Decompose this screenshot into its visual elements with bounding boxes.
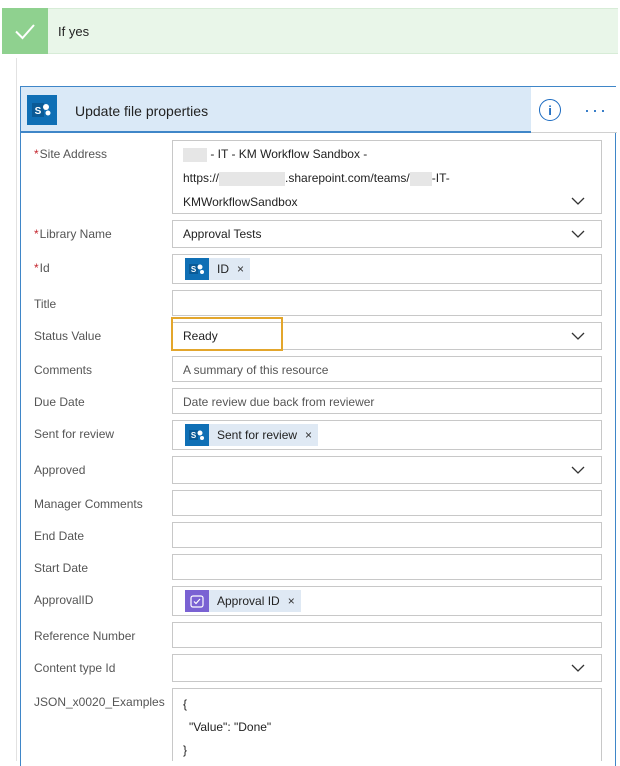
chevron-down-icon[interactable]: [571, 463, 585, 477]
title-label: Title: [34, 297, 57, 311]
library-name-dropdown[interactable]: Approval Tests: [172, 220, 602, 248]
remove-token-icon[interactable]: ×: [288, 594, 295, 608]
reference-number-label: Reference Number: [34, 629, 136, 643]
chevron-down-icon[interactable]: [571, 227, 585, 241]
sharepoint-icon: S: [27, 95, 57, 125]
approved-label: Approved: [34, 463, 86, 477]
site-address-label: *Site Address: [34, 147, 108, 161]
manager-comments-field[interactable]: [172, 490, 602, 516]
chevron-down-icon[interactable]: [571, 194, 585, 208]
content-type-id-label: Content type Id: [34, 661, 116, 675]
approval-id-label: ApprovalID: [34, 593, 94, 607]
condition-branch-header[interactable]: [2, 8, 618, 54]
json-examples-label: JSON_x0020_Examples: [34, 695, 165, 709]
comments-label: Comments: [34, 363, 93, 377]
svg-text:S: S: [191, 431, 197, 440]
reference-number-field[interactable]: [172, 622, 602, 648]
status-value-label: Status Value: [34, 329, 102, 343]
svg-text:S: S: [35, 106, 42, 117]
redacted-text: [219, 171, 286, 186]
end-date-label: End Date: [34, 529, 85, 543]
site-address-field[interactable]: - IT - KM Workflow Sandbox - https://.sh…: [172, 140, 602, 214]
redacted-text: [183, 147, 207, 162]
library-name-label: *Library Name: [34, 227, 112, 241]
remove-token-icon[interactable]: ×: [305, 428, 312, 442]
due-date-label: Due Date: [34, 395, 85, 409]
json-examples-field[interactable]: { "Value": "Done" }: [172, 688, 602, 761]
title-field[interactable]: [172, 290, 602, 316]
svg-text:S: S: [191, 265, 197, 274]
chevron-down-icon[interactable]: [571, 329, 585, 343]
comments-field[interactable]: A summary of this resource: [172, 356, 602, 382]
sent-for-review-label: Sent for review: [34, 427, 115, 441]
manager-comments-label: Manager Comments: [34, 497, 143, 511]
end-date-field[interactable]: [172, 522, 602, 548]
sharepoint-icon: S: [185, 258, 209, 280]
approved-dropdown[interactable]: [172, 456, 602, 484]
dynamic-content-token[interactable]: S ID ×: [185, 258, 251, 280]
check-icon: [2, 8, 48, 54]
condition-branch-title: If yes: [58, 24, 90, 39]
redacted-text: [409, 171, 432, 186]
id-field[interactable]: S ID ×: [172, 254, 602, 284]
chevron-down-icon[interactable]: [571, 661, 585, 675]
highlight-box: [171, 317, 283, 351]
start-date-label: Start Date: [34, 561, 89, 575]
action-title: Update file properties: [75, 103, 209, 119]
sharepoint-icon: S: [185, 424, 209, 446]
start-date-field[interactable]: [172, 554, 602, 580]
id-label: *Id: [34, 261, 50, 275]
content-type-id-dropdown[interactable]: [172, 654, 602, 682]
dynamic-content-token[interactable]: S Sent for review ×: [185, 424, 319, 446]
remove-token-icon[interactable]: ×: [237, 262, 244, 276]
more-options-icon[interactable]: ···: [581, 99, 611, 121]
approval-id-field[interactable]: Approval ID ×: [172, 586, 602, 616]
action-card-header[interactable]: S Update file properties: [21, 87, 531, 133]
sent-for-review-field[interactable]: S Sent for review ×: [172, 420, 602, 450]
approval-icon: [185, 590, 209, 612]
due-date-field[interactable]: Date review due back from reviewer: [172, 388, 602, 414]
info-icon[interactable]: i: [539, 99, 561, 121]
dynamic-content-token[interactable]: Approval ID ×: [185, 590, 301, 612]
